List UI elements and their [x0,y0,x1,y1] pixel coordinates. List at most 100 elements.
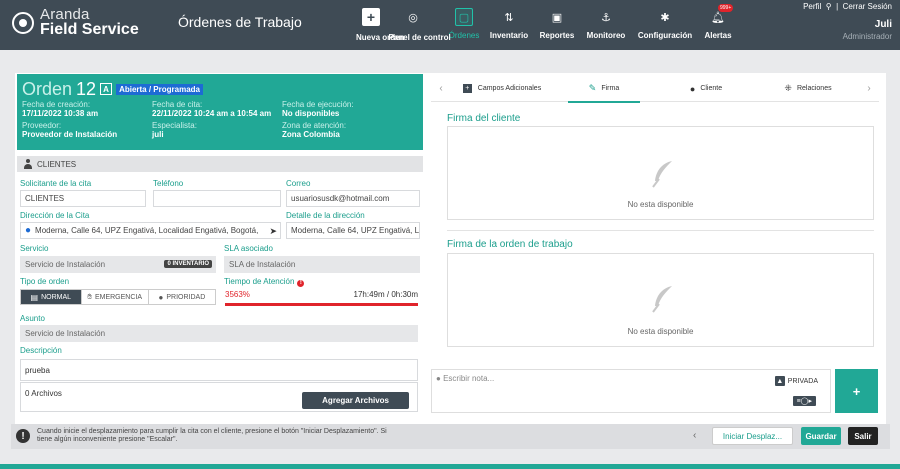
pen-icon: ✎ [588,83,597,93]
attention-percent: 3563% [225,290,250,299]
tabs-next-icon[interactable]: › [859,83,879,94]
main-nav: + ◎ Nueva ordenPanel de control ▢ Órdene… [356,0,738,50]
phone-field[interactable] [153,190,281,207]
files-box: 0 Archivos Agregar Archivos [20,382,418,412]
phone-label: Teléfono [153,179,184,188]
order-header: Orden 12 A Abierta / Programada Fecha de… [17,74,423,150]
appointment-date-value: 22/11/2022 10:24 am a 10:54 am [152,109,272,118]
description-label: Descripción [20,346,62,355]
client-signature-box[interactable]: No esta disponible [447,126,874,220]
service-value: Servicio de Instalación [25,260,106,269]
hand-icon: ✋︎ [87,292,92,301]
alert-icon: ! [297,280,305,287]
subject-field: Servicio de Instalación [20,325,418,342]
note-input[interactable]: ● Escribir nota... ▲ PRIVADA ≡◯▸ [431,369,831,413]
address-field[interactable]: ● Moderna, Calle 64, UPZ Engativá, Local… [20,222,281,239]
order-type-letter: A [100,83,113,95]
order-type-selector: ▤ NORMAL ✋︎ EMERGENCIA ● PRIORIDAD [20,289,216,305]
nav-new-order[interactable]: + [360,0,382,50]
order-number: 12 [76,78,97,99]
back-icon[interactable]: ‹ [693,430,696,441]
tab-signature[interactable]: ✎ Firma [553,76,655,103]
attention-range: 17h:49m / 0h:30m [353,290,418,299]
profile-link[interactable]: Perfil [803,2,821,11]
brand-name: Aranda [40,6,90,23]
client-signature-empty: No esta disponible [627,200,694,209]
clients-section-title: CLIENTES [37,159,77,169]
attention-time-label: Tiempo de Atención! [224,277,305,287]
alerts-badge: 999+ [718,4,734,12]
navigate-icon[interactable]: ➤ [269,226,277,237]
email-field[interactable]: usuariosusdk@hotmail.com [286,190,420,207]
page-title: Órdenes de Trabajo [178,14,302,30]
recipients-icon[interactable]: ≡◯▸ [792,396,816,406]
nav-alerts[interactable]: 🔔︎ 999+ Alertas [698,0,738,50]
send-note-button[interactable]: + [835,369,878,413]
note-placeholder: ● Escribir nota... [436,374,495,383]
inventory-tag[interactable]: 0 INVENTARIO [164,260,212,268]
address-detail-field[interactable]: Moderna, Calle 64, UPZ Engativá, L [286,222,420,239]
inventory-icon: ⇅ [504,11,514,24]
tab-client[interactable]: ● Cliente [655,76,757,102]
exit-button[interactable]: Salir [848,427,878,445]
service-field: Servicio de Instalación 0 INVENTARIO [20,256,216,273]
order-signature-box[interactable]: No esta disponible [447,253,874,347]
profile-icon: ⚲ [823,2,834,11]
requester-field[interactable]: CLIENTES [20,190,146,207]
order-signature-empty: No esta disponible [627,327,694,336]
attention-progress-bar [225,303,418,306]
nav-dashboard-label: Panel de control [388,33,451,42]
nav-monitor[interactable]: ⚓ Monitoreo [580,0,632,50]
subject-label: Asunto [20,314,45,323]
plus-icon: + [362,8,380,26]
order-type-label: Tipo de orden [20,277,70,286]
private-toggle[interactable]: ▲ PRIVADA [774,376,818,386]
creation-date-label: Fecha de creación: [22,100,91,109]
description-field[interactable]: prueba [20,359,418,381]
provider-value: Proveedor de Instalación [22,130,118,139]
tab-additional-fields[interactable]: + Campos Adicionales [451,76,553,102]
nav-dashboard[interactable]: ◎ Nueva ordenPanel de control [356,0,451,50]
aranda-logo-icon [12,11,34,34]
nav-reports[interactable]: ▣ Reportes [534,0,580,50]
order-detail-card: Orden 12 A Abierta / Programada Fecha de… [15,73,886,427]
type-priority-button[interactable]: ● PRIORIDAD [148,290,215,304]
zone-label: Zona de atención: [282,121,347,130]
nav-settings[interactable]: ✱ Configuración [632,0,698,50]
logout-link[interactable]: Cerrar Sesión [843,2,892,11]
provider-label: Proveedor: [22,121,62,130]
files-count: 0 Archivos [25,389,62,398]
location-pin-icon: ● [25,225,32,236]
warning-icon: ! [16,429,30,443]
orders-icon: ▢ [455,8,473,26]
clients-section-header[interactable]: CLIENTES [17,156,423,172]
document-icon: ▤ [30,292,39,302]
dashboard-icon: ◎ [408,11,418,24]
tab-relations[interactable]: ⁜ Relaciones [757,76,859,102]
start-travel-button[interactable]: Iniciar Desplaz... [712,427,793,445]
feather-pen-icon [652,161,672,188]
lock-icon: ▲ [774,376,785,386]
appointment-date-label: Fecha de cita: [152,100,203,109]
brand-logo[interactable]: Aranda Field Service [12,7,139,38]
address-detail-label: Detalle de la dirección [286,211,365,220]
tabs-prev-icon[interactable]: ‹ [431,83,451,94]
sla-label: SLA asociado [224,244,273,253]
add-files-button[interactable]: Agregar Archivos [302,392,409,409]
comment-icon: ● [436,374,441,383]
action-footer: ! Cuando inicie el desplazamiento para c… [11,424,890,449]
creation-date-value: 17/11/2022 10:38 am [22,109,99,118]
service-label: Servicio [20,244,49,253]
feather-pen-icon [652,286,672,313]
type-normal-button[interactable]: ▤ NORMAL [21,290,82,304]
status-badge: Abierta / Programada [116,83,203,95]
user-name: Juli [874,19,892,30]
user-icon [23,159,33,169]
save-button[interactable]: Guardar [801,427,841,445]
nav-orders[interactable]: ▢ Órdenes [444,0,484,50]
reports-icon: ▣ [551,11,563,24]
bottom-accent-strip [0,464,900,469]
specialist-label: Especialista: [152,121,197,130]
type-emergency-button[interactable]: ✋︎ EMERGENCIA [81,290,149,304]
nav-inventory[interactable]: ⇅ Inventario [484,0,534,50]
